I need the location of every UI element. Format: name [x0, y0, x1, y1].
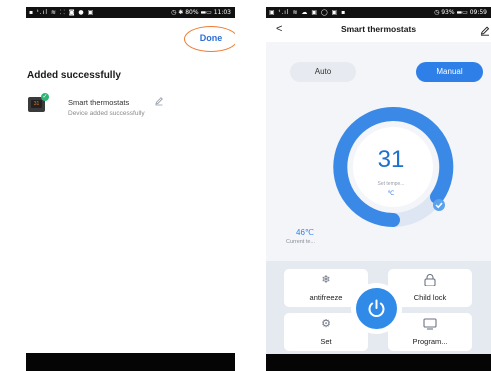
child-lock-button[interactable]: Child lock — [388, 269, 472, 307]
mode-auto-button[interactable]: Auto — [290, 62, 356, 82]
temperature-unit: ℃ — [387, 191, 395, 197]
status-bar: ▣ ᵗ.ıl ≋ ☁ ▣ ◯ ▣ ▪ ◷ 93% ▬▭ 09:59 — [266, 7, 491, 18]
done-button[interactable]: Done — [184, 26, 235, 52]
navigation-bar — [26, 353, 235, 371]
status-icons-left: ▣ ᵗ.ıl ≋ ☁ ▣ ◯ ▣ ▪ — [269, 9, 347, 16]
device-thumbnail-display: 31 — [31, 100, 42, 108]
lock-icon — [424, 274, 436, 286]
program-button[interactable]: Program... — [388, 313, 472, 351]
right-phone-screen: ▣ ᵗ.ıl ≋ ☁ ▣ ◯ ▣ ▪ ◷ 93% ▬▭ 09:59 < Smar… — [266, 7, 491, 371]
navigation-bar — [266, 354, 491, 371]
status-icons-right: ◷ ✱ 80% ▬▭ 11:03 — [171, 9, 231, 16]
edit-icon[interactable] — [480, 26, 490, 36]
power-icon — [368, 299, 385, 318]
device-status: Device added successfully — [68, 110, 145, 117]
set-temperature-label: Set tempe... — [377, 181, 405, 187]
status-icons-left: ▪ ᵗ.ıl ≋ ⸬ ◙ ● ▣ — [29, 9, 95, 16]
settings-label: Set — [320, 337, 332, 346]
current-temperature-value: 46℃ — [296, 228, 314, 237]
status-icons-right: ◷ 93% ▬▭ 09:59 — [434, 9, 487, 16]
antifreeze-button[interactable]: ❄ antifreeze — [284, 269, 368, 307]
power-button[interactable] — [356, 288, 397, 329]
antifreeze-label: antifreeze — [309, 293, 343, 302]
left-phone-screen: ▪ ᵗ.ıl ≋ ⸬ ◙ ● ▣ ◷ ✱ 80% ▬▭ 11:03 Done A… — [26, 7, 235, 371]
program-label: Program... — [412, 337, 448, 346]
page-title: Added successfully — [27, 70, 121, 81]
mode-manual-button[interactable]: Manual — [416, 62, 483, 82]
edit-icon[interactable] — [154, 96, 164, 106]
snowflake-icon: ❄ — [321, 274, 331, 286]
status-bar: ▪ ᵗ.ıl ≋ ⸬ ◙ ● ▣ ◷ ✱ 80% ▬▭ 11:03 — [26, 7, 235, 18]
set-temperature-value: 31 — [377, 146, 405, 173]
check-icon: ✓ — [41, 93, 49, 101]
page-title: Smart thermostats — [340, 24, 417, 34]
settings-button[interactable]: ⚙ Set — [284, 313, 368, 351]
current-temperature-label: Current te... — [286, 239, 316, 245]
app-header: < Smart thermostats — [266, 18, 491, 42]
gear-icon: ⚙ — [321, 318, 331, 330]
monitor-icon — [423, 318, 437, 330]
controls-panel: ❄ antifreeze Child lock ⚙ Set Program... — [266, 261, 491, 359]
device-name: Smart thermostats — [68, 98, 130, 107]
child-lock-label: Child lock — [413, 293, 447, 302]
